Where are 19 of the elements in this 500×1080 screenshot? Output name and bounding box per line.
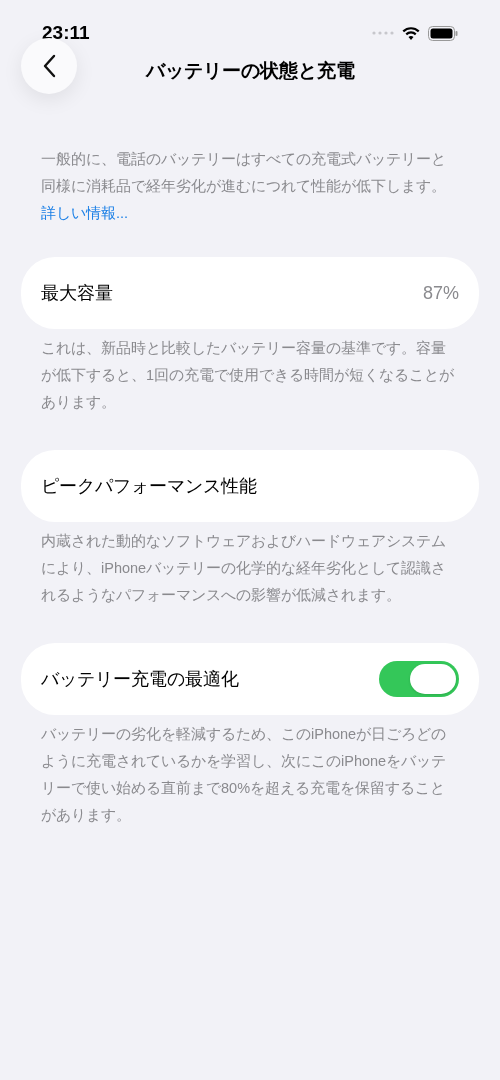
signal-icon xyxy=(372,31,394,35)
settings-row[interactable]: ピークパフォーマンス性能 xyxy=(21,450,479,522)
section-footer: これは、新品時と比較したバッテリー容量の基準です。容量が低下すると、1回の充電で使用できる時間が短くなることがあります。 xyxy=(0,329,500,416)
learn-more-link[interactable]: 詳しい情報... xyxy=(41,205,129,221)
toggle-switch[interactable] xyxy=(379,661,459,697)
intro-text: 一般的に、電話のバッテリーはすべての充電式バッテリーと同様に消耗品で経年劣化が進むにつれて性能が低下します。 xyxy=(41,150,447,196)
section-footer: 内蔵された動的なソフトウェアおよびハードウェアシステムにより、iPhoneバッテリーの化学的な経年劣化として認識されるようなパフォーマンスへの影響が低減されます。 xyxy=(0,522,500,609)
row-label: ピークパフォーマンス性能 xyxy=(41,474,257,498)
battery-icon xyxy=(428,25,458,41)
wifi-icon xyxy=(402,26,420,40)
section-footer: バッテリーの劣化を軽減するため、このiPhoneが日ごろどのように充電されているかを学習し、次にこのiPhoneをバッテリーで使い始める直前まで80%を超える充電を保留することがあります。 xyxy=(0,715,500,829)
toggle-knob xyxy=(410,664,456,694)
row-label: 最大容量 xyxy=(41,281,113,305)
row-value: 87% xyxy=(422,281,459,305)
page-title: バッテリーの状態と充電 xyxy=(145,58,355,83)
status-time: 23:11 xyxy=(42,20,90,45)
settings-row[interactable]: 最大容量 87% xyxy=(21,257,479,329)
back-chevron-icon xyxy=(42,54,56,78)
row-label: バッテリー充電の最適化 xyxy=(41,667,239,691)
